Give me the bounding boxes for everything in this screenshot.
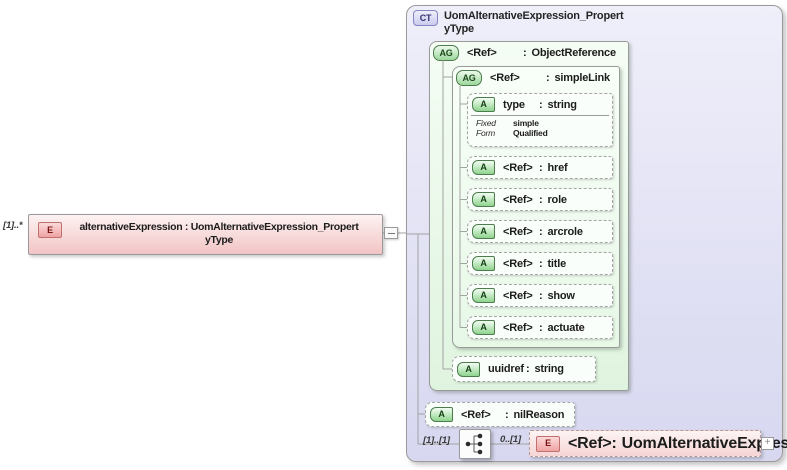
- element-alternativeExpression[interactable]: E alternativeExpression : UomAlternative…: [28, 214, 383, 255]
- expand-icon[interactable]: +: [761, 437, 774, 450]
- attribute-group-simplelink[interactable]: AG <Ref> : simpleLink A type : string Fi…: [452, 66, 620, 348]
- attribute-type[interactable]: A type : string Fixed simple Form Qualif…: [467, 93, 613, 147]
- facet-label: Fixed: [476, 118, 496, 128]
- attribute-type-name: href: [547, 161, 568, 174]
- colon: :: [523, 47, 527, 59]
- attribute-type-name: actuate: [547, 321, 585, 334]
- attribute-type-name: string: [547, 98, 577, 111]
- colon: :: [611, 434, 617, 452]
- sequence-multiplicity: [1]..[1]: [423, 435, 450, 446]
- attribute-actuate[interactable]: A <Ref> : actuate: [467, 316, 613, 339]
- attribute-name: <Ref>: [503, 193, 533, 206]
- colon: :: [539, 98, 543, 111]
- attribute-type-name: title: [547, 257, 567, 270]
- complex-type-header: CT UomAlternativeExpression_Propert yTyp…: [413, 10, 624, 36]
- attribute-badge: A: [472, 192, 495, 207]
- attribute-group-badge: AG: [433, 45, 459, 61]
- attribute-type-name: role: [547, 193, 567, 206]
- attribute-name: <Ref>: [503, 161, 533, 174]
- attribute-badge: A: [472, 224, 495, 239]
- element-label: alternativeExpression : UomAlternativeEx…: [79, 221, 359, 246]
- colon: :: [505, 408, 509, 421]
- element-name: <Ref>: [568, 434, 612, 452]
- colon: :: [526, 363, 530, 375]
- attribute-nilreason[interactable]: A <Ref> : nilReason: [425, 402, 575, 427]
- complex-type-title: UomAlternativeExpression_Propert yType: [444, 10, 624, 35]
- colon: :: [539, 161, 543, 174]
- complex-type-badge: CT: [413, 10, 438, 26]
- attribute-name: type: [503, 98, 525, 111]
- attribute-uuidref[interactable]: A uuidref : string: [452, 356, 596, 382]
- attribute-name: <Ref>: [503, 225, 533, 238]
- attribute-arcrole[interactable]: A <Ref> : arcrole: [467, 220, 613, 243]
- attribute-type-name: nilReason: [513, 408, 565, 421]
- element-ref-uomalternativeexpression[interactable]: E <Ref> : UomAlternativeExpression: [529, 430, 787, 457]
- attribute-group-badge: AG: [456, 70, 482, 86]
- element-badge: E: [536, 435, 560, 452]
- facet-label: Form: [476, 128, 496, 138]
- source-element-multiplicity: [1]..*: [3, 220, 23, 231]
- attribute-type-name: string: [534, 363, 564, 375]
- group-type: simpleLink: [554, 72, 610, 84]
- complex-type-box[interactable]: CT UomAlternativeExpression_Propert yTyp…: [406, 5, 787, 462]
- attribute-type-name: arcrole: [547, 225, 583, 238]
- facet-value: Qualified: [513, 128, 548, 138]
- attribute-name: <Ref>: [503, 257, 533, 270]
- attribute-badge: A: [472, 160, 495, 175]
- colon: :: [539, 257, 543, 270]
- group-name: <Ref>: [467, 47, 497, 59]
- attribute-title[interactable]: A <Ref> : title: [467, 252, 613, 275]
- attribute-badge: A: [430, 407, 453, 422]
- colon: :: [539, 289, 543, 302]
- ref-element-multiplicity: 0..[1]: [500, 434, 521, 445]
- attribute-badge: A: [472, 97, 495, 112]
- attribute-badge: A: [457, 361, 480, 377]
- attribute-type-name: show: [547, 289, 575, 302]
- facet-value: simple: [513, 118, 539, 128]
- colon: :: [539, 321, 543, 334]
- attribute-role[interactable]: A <Ref> : role: [467, 188, 613, 211]
- attribute-name: <Ref>: [503, 289, 533, 302]
- colon: :: [539, 225, 543, 238]
- attribute-group-objectreference[interactable]: AG <Ref> : ObjectReference AG <Ref> : si…: [429, 41, 629, 391]
- attribute-badge: A: [472, 288, 495, 303]
- collapse-icon[interactable]: [384, 227, 398, 239]
- attribute-href[interactable]: A <Ref> : href: [467, 156, 613, 179]
- group-type: ObjectReference: [531, 47, 616, 59]
- attribute-name: <Ref>: [461, 408, 491, 421]
- attribute-facets: Fixed simple Form Qualified: [471, 115, 609, 138]
- schema-diagram: [1]..* E alternativeExpression : UomAlte…: [0, 0, 787, 470]
- attribute-name: uuidref: [488, 363, 524, 375]
- attribute-badge: A: [472, 256, 495, 271]
- attribute-name: <Ref>: [503, 321, 533, 334]
- colon: :: [539, 193, 543, 206]
- attribute-badge: A: [472, 320, 495, 335]
- attribute-show[interactable]: A <Ref> : show: [467, 284, 613, 307]
- element-badge: E: [38, 222, 62, 238]
- colon: :: [546, 72, 550, 84]
- group-name: <Ref>: [490, 72, 520, 84]
- sequence-icon[interactable]: [459, 429, 491, 459]
